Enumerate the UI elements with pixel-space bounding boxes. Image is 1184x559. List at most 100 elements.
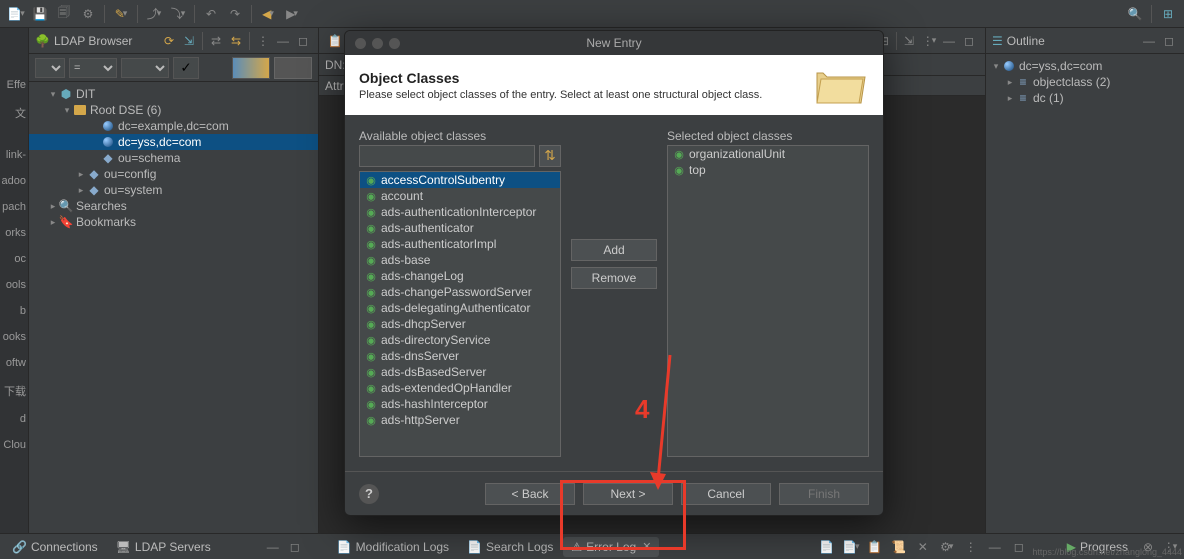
- objectclass-item[interactable]: ◉ads-delegatingAuthenticator: [360, 300, 560, 316]
- objectclass-item[interactable]: ◉ads-base: [360, 252, 560, 268]
- status-tab[interactable]: ⚠Error Log✕: [563, 537, 659, 557]
- strip-item[interactable]: adoo: [0, 168, 28, 194]
- filter-gray-button[interactable]: [274, 57, 312, 79]
- log-icon-4[interactable]: 📜: [889, 537, 909, 557]
- new-dropdown-icon[interactable]: 📄▾: [6, 4, 26, 24]
- outline-row[interactable]: ▸≡objectclass (2): [986, 74, 1184, 90]
- strip-item[interactable]: ools: [4, 272, 28, 298]
- filter-color-button[interactable]: [232, 57, 270, 79]
- log-clear-icon[interactable]: ✕: [913, 537, 933, 557]
- objectclass-item[interactable]: ◉ads-changePasswordServer: [360, 284, 560, 300]
- tree-row[interactable]: ▸◆ou=config: [29, 166, 318, 182]
- search-go-button[interactable]: ⇅: [539, 145, 561, 167]
- strip-item[interactable]: oftw: [4, 350, 28, 376]
- remove-button[interactable]: Remove: [571, 267, 657, 289]
- log-icon-2[interactable]: 📄▾: [841, 537, 861, 557]
- zoom-window-icon[interactable]: [389, 38, 400, 49]
- tree-row[interactable]: ◆ou=schema: [29, 150, 318, 166]
- collapse-icon[interactable]: ⇲: [180, 32, 198, 50]
- objectclass-item[interactable]: ◉organizationalUnit: [668, 146, 868, 162]
- selected-listbox[interactable]: ◉organizationalUnit◉top: [667, 145, 869, 457]
- link-icon[interactable]: ⇄: [207, 32, 225, 50]
- menu2-icon[interactable]: ⋮▾: [919, 31, 939, 51]
- outline-min-icon[interactable]: —: [1140, 32, 1158, 50]
- log-menu-icon[interactable]: ⋮: [961, 537, 981, 557]
- objectclass-item[interactable]: ◉accessControlSubentry: [360, 172, 560, 188]
- status-tab[interactable]: 🖥LDAP Servers: [108, 537, 219, 557]
- objectclass-item[interactable]: ◉ads-hashInterceptor: [360, 396, 560, 412]
- back-button[interactable]: < Back: [485, 483, 575, 505]
- up-tree-icon[interactable]: ⤴▾: [144, 4, 164, 24]
- objectclass-item[interactable]: ◉ads-dsBasedServer: [360, 364, 560, 380]
- redo-icon[interactable]: ↷: [225, 4, 245, 24]
- link2-icon[interactable]: ⇆: [227, 32, 245, 50]
- log-icon-1[interactable]: 📄: [817, 537, 837, 557]
- search-icon[interactable]: 🔍: [1125, 4, 1145, 24]
- save-icon[interactable]: 💾: [30, 4, 50, 24]
- back-icon[interactable]: ◀▾: [258, 4, 278, 24]
- tree-row[interactable]: ▸◆ou=system: [29, 182, 318, 198]
- strip-item[interactable]: pach: [0, 194, 28, 220]
- forward-icon[interactable]: ▶▾: [282, 4, 302, 24]
- dialog-titlebar[interactable]: New Entry: [345, 31, 883, 55]
- refresh-icon[interactable]: ⟳: [160, 32, 178, 50]
- objectclass-item[interactable]: ◉ads-authenticatorImpl: [360, 236, 560, 252]
- strip-item[interactable]: 文: [13, 98, 28, 128]
- tree-row[interactable]: ▾Root DSE (6): [29, 102, 318, 118]
- tree-row[interactable]: dc=yss,dc=com: [29, 134, 318, 150]
- objectclass-item[interactable]: ◉ads-authenticationInterceptor: [360, 204, 560, 220]
- entry-tab-icon[interactable]: 📋: [325, 31, 345, 51]
- status-min-icon[interactable]: —: [263, 537, 283, 557]
- filter-go-button[interactable]: ✓: [173, 57, 199, 79]
- save-all-icon[interactable]: 🗐: [54, 4, 74, 24]
- tree-row[interactable]: ▾⬢DIT: [29, 86, 318, 102]
- strip-item[interactable]: orks: [3, 220, 28, 246]
- strip-item[interactable]: Effe: [5, 72, 28, 98]
- maximize-icon[interactable]: ◻: [294, 32, 312, 50]
- status-max-icon[interactable]: ◻: [285, 537, 305, 557]
- minimize2-icon[interactable]: —: [939, 31, 959, 51]
- strip-item[interactable]: Clou: [1, 432, 28, 458]
- objectclass-item[interactable]: ◉ads-directoryService: [360, 332, 560, 348]
- objectclass-item[interactable]: ◉ads-dhcpServer: [360, 316, 560, 332]
- available-search-input[interactable]: [359, 145, 535, 167]
- available-listbox[interactable]: ◉accessControlSubentry◉account◉ads-authe…: [359, 171, 561, 457]
- filter-val-combo[interactable]: [121, 58, 169, 78]
- log-min-icon[interactable]: —: [985, 537, 1005, 557]
- add-button[interactable]: Add: [571, 239, 657, 261]
- next-button[interactable]: Next >: [583, 483, 673, 505]
- strip-item[interactable]: b: [18, 298, 28, 324]
- objectclass-item[interactable]: ◉top: [668, 162, 868, 178]
- objectclass-item[interactable]: ◉ads-dnsServer: [360, 348, 560, 364]
- log-filter-icon[interactable]: ⚙▾: [937, 537, 957, 557]
- cancel-button[interactable]: Cancel: [681, 483, 771, 505]
- tree-row[interactable]: ▸🔍Searches: [29, 198, 318, 214]
- wand-icon[interactable]: ✎▾: [111, 4, 131, 24]
- log-icon-3[interactable]: 📋: [865, 537, 885, 557]
- menu-icon[interactable]: ⋮: [254, 32, 272, 50]
- undo-icon[interactable]: ↶: [201, 4, 221, 24]
- down-tree-icon[interactable]: ⤵▾: [168, 4, 188, 24]
- tree-row[interactable]: ▸🔖Bookmarks: [29, 214, 318, 230]
- objectclass-item[interactable]: ◉account: [360, 188, 560, 204]
- status-tab[interactable]: 📄Search Logs: [459, 537, 561, 557]
- strip-item[interactable]: d: [18, 406, 28, 432]
- minimize-icon[interactable]: —: [274, 32, 292, 50]
- outline-row[interactable]: ▸≡dc (1): [986, 90, 1184, 106]
- close-tab-icon[interactable]: ✕: [642, 540, 651, 553]
- objectclass-item[interactable]: ◉ads-authenticator: [360, 220, 560, 236]
- status-tab[interactable]: 🔗Connections: [4, 537, 106, 557]
- filter-attr-combo[interactable]: [35, 58, 65, 78]
- objectclass-item[interactable]: ◉ads-httpServer: [360, 412, 560, 428]
- status-tab[interactable]: 📄Modification Logs: [329, 537, 457, 557]
- strip-item[interactable]: oc: [12, 246, 28, 272]
- settings-icon[interactable]: ⚙: [78, 4, 98, 24]
- strip-item[interactable]: 下载: [2, 376, 28, 406]
- strip-item[interactable]: link-: [4, 142, 28, 168]
- perspective-icon[interactable]: ⊞: [1158, 4, 1178, 24]
- outline-row[interactable]: ▾dc=yss,dc=com: [986, 58, 1184, 74]
- expand-icon[interactable]: ⇲: [899, 31, 919, 51]
- close-window-icon[interactable]: [355, 38, 366, 49]
- help-icon[interactable]: ?: [359, 484, 379, 504]
- strip-item[interactable]: [24, 128, 28, 142]
